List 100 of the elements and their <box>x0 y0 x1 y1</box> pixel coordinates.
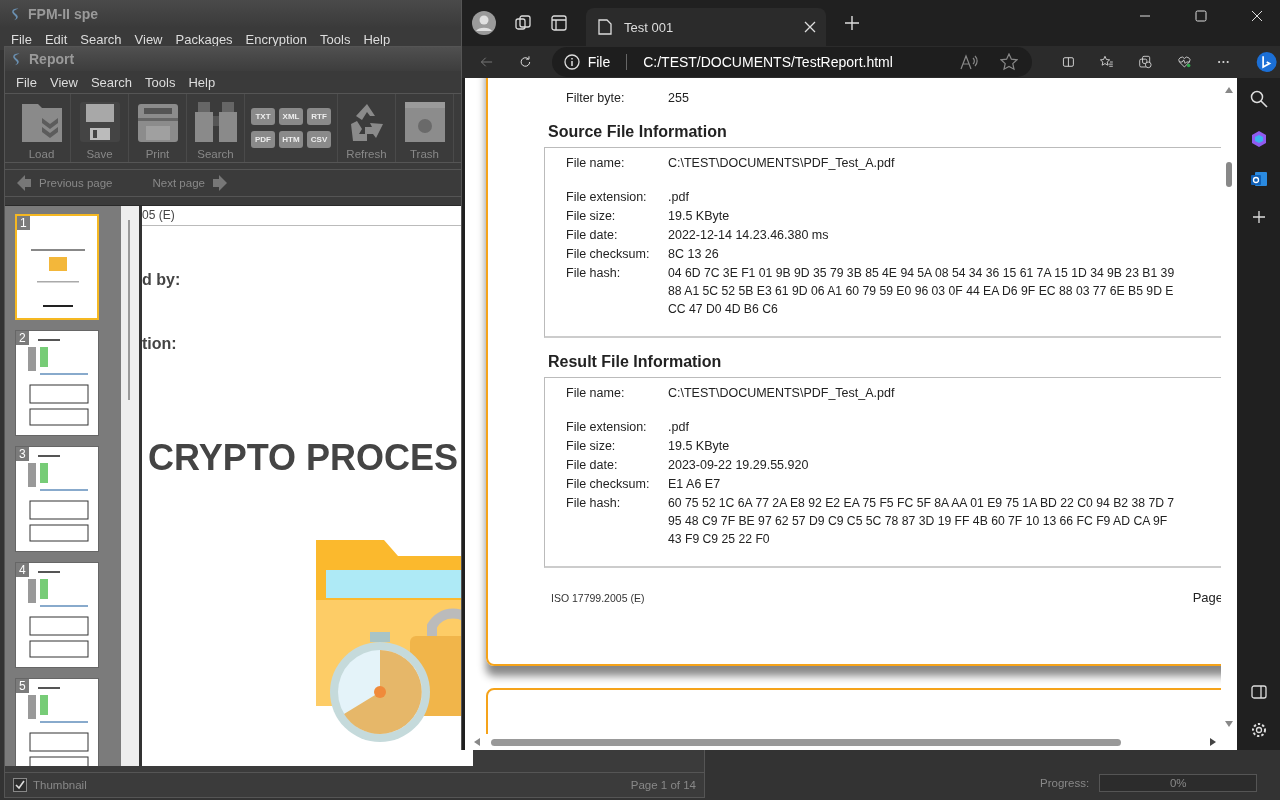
toolbar-button[interactable]: Save <box>71 94 129 162</box>
checkbox[interactable] <box>13 778 27 792</box>
field-value: 2022-12-14 14.23.46.380 ms <box>668 227 829 244</box>
field-label: File checksum: <box>566 246 651 263</box>
copilot-icon[interactable] <box>1250 130 1268 148</box>
export-format-button[interactable]: PDF <box>251 131 275 148</box>
read-aloud-icon[interactable] <box>959 54 978 70</box>
menu-item[interactable]: File <box>11 31 32 47</box>
close-icon[interactable] <box>1251 10 1263 22</box>
previous-page-button[interactable]: Previous page <box>17 175 113 191</box>
page-footer-text: Page <box>1192 590 1223 605</box>
field-label: File extension: <box>566 419 648 436</box>
export-format-button[interactable]: RTF <box>307 108 331 125</box>
scrollbar[interactable] <box>121 206 142 766</box>
export-format-button[interactable]: HTM <box>279 131 303 148</box>
toolbar-button[interactable]: Load <box>13 94 71 162</box>
page-thumbnail[interactable]: 3 <box>15 446 99 552</box>
page-number: 4 <box>16 563 29 577</box>
section-title: Result File Information <box>548 353 723 372</box>
hash-value: 60 75 52 1C 6A 77 2A E8 92 E2 EA 75 F5 FC 5F 8A AA 01 E9 75 1A BD 22 C0 94 B2 38 7D 7 95 48 C9 7F BE 97 62 57 D9 C9 C5 5C 78 87 3D 19 FF 4B 60 7F 10 13 66 FC F9 AD CA 9F 43 F9 C9 25 22 F0 <box>668 495 1175 548</box>
field-value: C:\TEST\DOCUMENTS\PDF_Test_A.pdf <box>668 155 895 172</box>
field-value: E1 A6 E7 <box>668 476 721 493</box>
info-icon[interactable] <box>563 54 580 70</box>
menu-item[interactable]: Encryption <box>245 31 308 47</box>
page-number: 2 <box>16 331 29 345</box>
page-number: 5 <box>16 679 29 693</box>
field-label: Filter byte: <box>566 90 626 107</box>
arrow-left-icon <box>17 175 31 191</box>
menu-item[interactable]: View <box>134 31 163 47</box>
arrow-right-icon <box>212 175 227 191</box>
menu-item[interactable]: Tools <box>145 74 176 90</box>
settings-icon[interactable] <box>1251 722 1267 738</box>
export-format-button[interactable]: TXT <box>251 108 275 125</box>
search-icon[interactable] <box>1250 90 1268 108</box>
menu-item[interactable]: Help <box>188 74 216 90</box>
workspaces-icon[interactable] <box>514 14 532 32</box>
field-label: File hash: <box>566 265 622 282</box>
page-thumbnail[interactable]: 1 <box>15 214 99 320</box>
star-icon[interactable] <box>999 53 1018 71</box>
toolbar-button[interactable]: Refresh <box>338 94 396 162</box>
field-value: 8C 13 26 <box>668 246 719 263</box>
field-label: File date: <box>566 227 619 244</box>
add-icon[interactable] <box>1252 210 1266 224</box>
scroll-up-icon[interactable] <box>1224 86 1234 94</box>
page-footer-text: ISO 17799.2005 (E) <box>551 591 645 604</box>
field-label: File size: <box>566 438 617 455</box>
mail-icon[interactable] <box>1250 170 1268 188</box>
scroll-thumb[interactable] <box>1226 162 1232 187</box>
menu-item[interactable]: View <box>49 74 78 90</box>
menu-item[interactable]: Edit <box>44 31 68 47</box>
scroll-down-icon[interactable] <box>1224 720 1234 728</box>
toolbar-button[interactable]: Trash <box>396 94 454 162</box>
heart-pulse-icon[interactable] <box>1178 53 1191 71</box>
menu-item[interactable]: Search <box>90 74 133 90</box>
export-format-button[interactable]: CSV <box>307 131 331 148</box>
page-number: 3 <box>16 447 29 461</box>
more-icon[interactable] <box>1216 59 1230 65</box>
menu-item[interactable]: Help <box>363 31 391 47</box>
field-label: File extension: <box>566 189 648 206</box>
field-label: File date: <box>566 457 619 474</box>
binoculars-icon <box>193 100 238 144</box>
window-title: Report <box>29 51 75 67</box>
toolbar-button[interactable]: Print <box>129 94 187 162</box>
site-scheme-label: File <box>587 54 611 70</box>
new-tab-icon[interactable] <box>844 15 860 31</box>
next-page-button[interactable]: Next page <box>152 175 227 191</box>
profile-avatar-icon[interactable] <box>472 11 496 35</box>
tab-title: Test 001 <box>624 19 675 35</box>
progress-text: 0% <box>1169 777 1187 789</box>
checkbox-label: Thumbnail <box>33 779 87 791</box>
maximize-icon[interactable] <box>1195 10 1207 22</box>
field-label: tion: <box>142 335 178 354</box>
toolbar-button[interactable]: Search <box>187 94 245 162</box>
page-number: 1 <box>17 216 30 230</box>
field-label: File hash: <box>566 495 622 512</box>
page-thumbnail[interactable]: 4 <box>15 562 99 668</box>
field-value: .pdf <box>668 419 689 436</box>
close-icon[interactable] <box>804 21 816 33</box>
field-label: d by: <box>142 271 182 290</box>
page-thumbnail[interactable]: 5 <box>15 678 99 766</box>
report-title: CRYPTO PROCES <box>148 437 460 479</box>
field-label: File checksum: <box>566 476 651 493</box>
menu-item[interactable]: Packages <box>175 31 233 47</box>
checkmark-icon <box>15 780 25 790</box>
scroll-right-icon[interactable] <box>1209 737 1217 747</box>
field-value: 255 <box>668 90 689 107</box>
field-value: 19.5 KByte <box>668 438 730 455</box>
page-indicator: Page 1 of 14 <box>630 779 696 791</box>
field-value: 19.5 KByte <box>668 208 730 225</box>
export-format-button[interactable]: XML <box>279 108 303 125</box>
address-bar[interactable]: File C:/TEST/DOCUMENTS/TestReport.html <box>551 47 1032 77</box>
thumbnail-toggle[interactable]: Thumbnail <box>13 778 87 792</box>
sidebar-toggle-icon[interactable] <box>1251 684 1267 700</box>
browser-tab[interactable]: Test 001 <box>586 8 826 46</box>
page-thumbnail[interactable]: 2 <box>15 330 99 436</box>
collections-icon[interactable] <box>1139 53 1153 71</box>
menu-item[interactable]: Search <box>80 31 122 47</box>
tab-actions-icon[interactable] <box>550 14 568 32</box>
menu-item[interactable]: File <box>16 74 37 90</box>
menu-item[interactable]: Tools <box>320 31 351 47</box>
